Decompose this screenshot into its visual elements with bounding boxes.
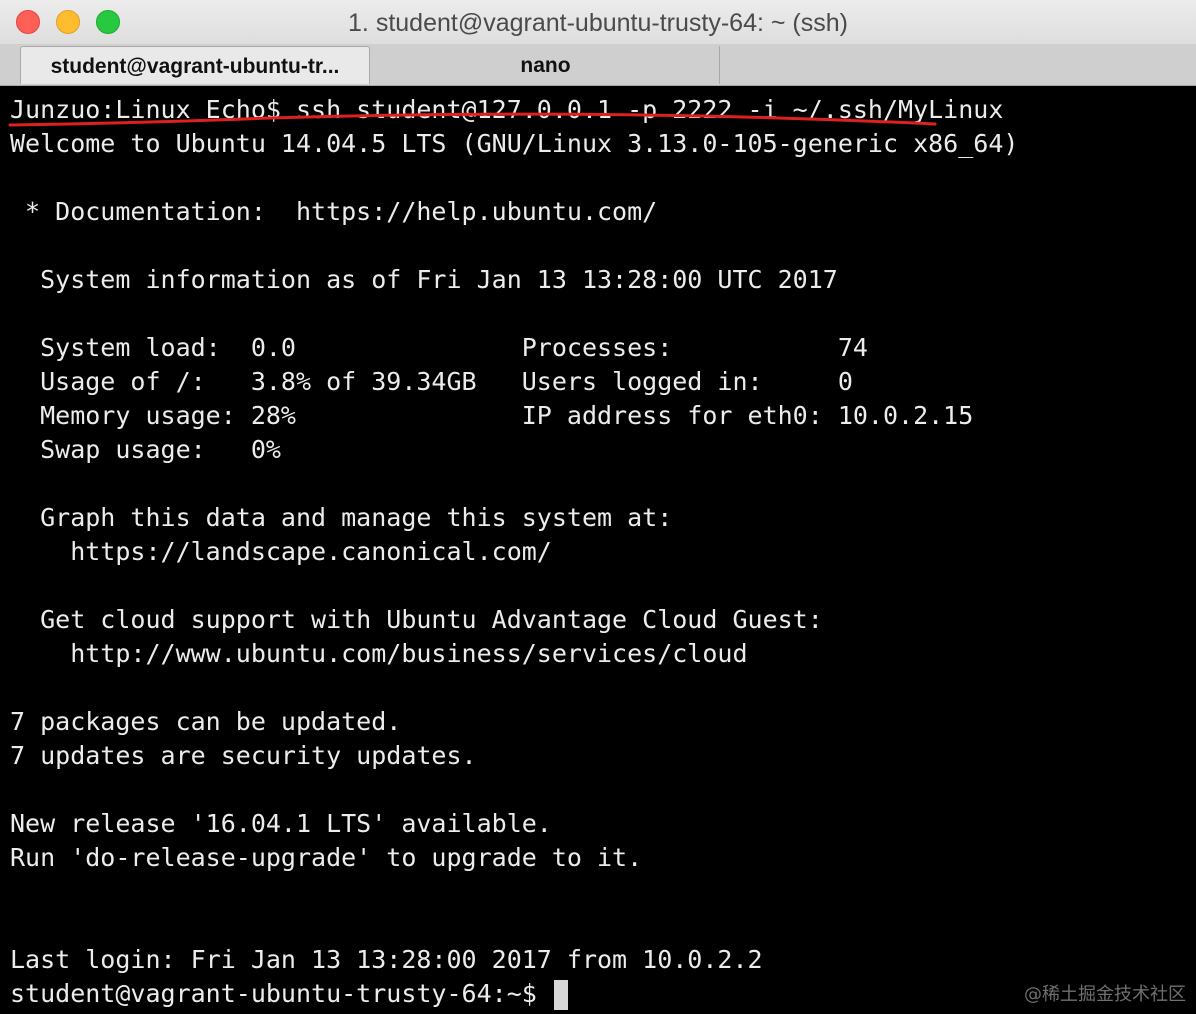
- terminal-cursor: [553, 980, 568, 1010]
- terminal-line-security-updates: 7 updates are security updates.: [10, 741, 477, 770]
- terminal-line-memory: Memory usage: 28% IP address for eth0: 1…: [10, 401, 974, 430]
- terminal-line-documentation: * Documentation: https://help.ubuntu.com…: [10, 197, 658, 226]
- terminal-line-packages: 7 packages can be updated.: [10, 707, 402, 736]
- window-title: 1. student@vagrant-ubuntu-trusty-64: ~ (…: [348, 9, 848, 37]
- terminal-line-system-load: System load: 0.0 Processes: 74: [10, 333, 868, 362]
- terminal-prompt-line[interactable]: student@vagrant-ubuntu-trusty-64:~$: [10, 977, 1196, 1011]
- terminal-line-ssh-command: Junzuo:Linux Echo$ ssh student@127.0.0.1…: [10, 95, 1004, 124]
- terminal-line-last-login: Last login: Fri Jan 13 13:28:00 2017 fro…: [10, 945, 763, 974]
- terminal-line-new-release: New release '16.04.1 LTS' available.: [10, 809, 552, 838]
- title-bar[interactable]: 1. student@vagrant-ubuntu-trusty-64: ~ (…: [0, 0, 1196, 44]
- terminal-line-upgrade-hint: Run 'do-release-upgrade' to upgrade to i…: [10, 843, 643, 872]
- terminal-line-cloud-support: Get cloud support with Ubuntu Advantage …: [10, 605, 823, 634]
- terminal-line-cloud-url: http://www.ubuntu.com/business/services/…: [10, 639, 748, 668]
- close-window-icon[interactable]: [16, 10, 40, 34]
- terminal-line-usage: Usage of /: 3.8% of 39.34GB Users logged…: [10, 367, 853, 396]
- maximize-window-icon[interactable]: [96, 10, 120, 34]
- watermark: @稀土掘金技术社区: [1024, 984, 1186, 1005]
- tab-nano[interactable]: nano: [372, 46, 720, 84]
- terminal-line-graph: Graph this data and manage this system a…: [10, 503, 673, 532]
- terminal-window: 1. student@vagrant-ubuntu-trusty-64: ~ (…: [0, 0, 1196, 1014]
- terminal-line-system-info: System information as of Fri Jan 13 13:2…: [10, 265, 838, 294]
- tab-bar: student@vagrant-ubuntu-tr... nano: [0, 44, 1196, 86]
- tab-ssh-session[interactable]: student@vagrant-ubuntu-tr...: [20, 46, 370, 84]
- terminal-line-landscape-url: https://landscape.canonical.com/: [10, 537, 552, 566]
- minimize-window-icon[interactable]: [56, 10, 80, 34]
- terminal-line-swap: Swap usage: 0%: [10, 435, 281, 464]
- shell-prompt: student@vagrant-ubuntu-trusty-64:~$: [10, 979, 552, 1008]
- terminal-line-welcome: Welcome to Ubuntu 14.04.5 LTS (GNU/Linux…: [10, 129, 1019, 158]
- terminal-output[interactable]: Junzuo:Linux Echo$ ssh student@127.0.0.1…: [0, 87, 1196, 1014]
